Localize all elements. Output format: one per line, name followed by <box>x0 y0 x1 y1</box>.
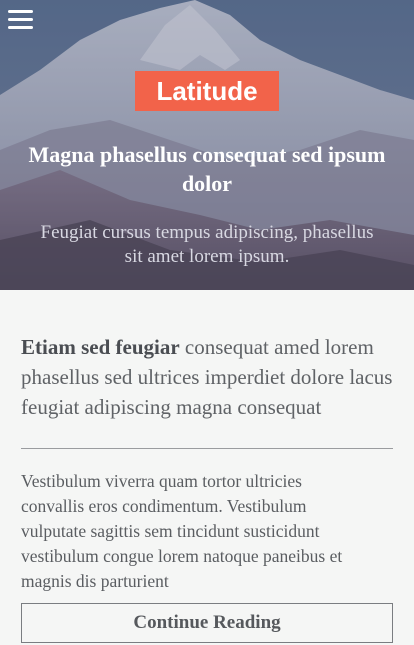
hero-title: Magna phasellus consequat sed ipsum dolo… <box>28 142 386 196</box>
article-content: Etiam sed feugiar consequat amed lorem p… <box>21 290 393 594</box>
hero-banner: Latitude Magna phasellus consequat sed i… <box>0 0 414 290</box>
continue-reading-button[interactable]: Continue Reading <box>21 603 393 643</box>
hamburger-menu-icon[interactable] <box>8 10 34 32</box>
hero-subtitle: Feugiat cursus tempus adipiscing, phasel… <box>40 222 374 267</box>
body-paragraph: Vestibulum viverra quam tortor ultricies… <box>21 471 343 591</box>
lead-bold-text: Etiam sed feugiar <box>21 335 180 359</box>
lead-paragraph: Etiam sed feugiar consequat amed lorem p… <box>21 332 393 422</box>
divider <box>21 448 393 449</box>
brand-logo[interactable]: Latitude <box>135 71 279 111</box>
